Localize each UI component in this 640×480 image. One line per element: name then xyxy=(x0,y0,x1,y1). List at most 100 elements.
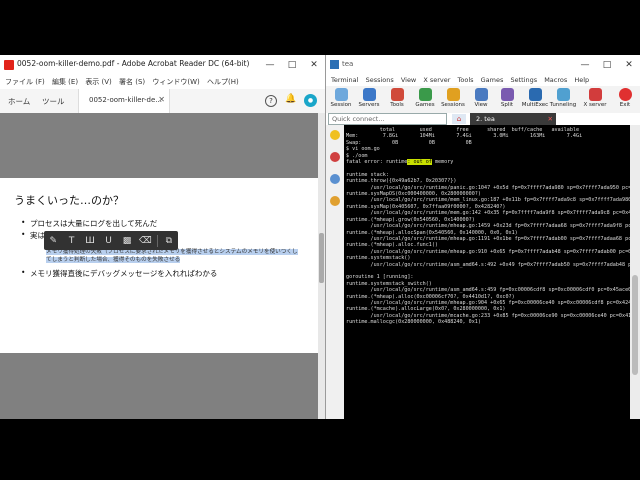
tool-games-label: Games xyxy=(415,102,435,108)
term-menu-settings[interactable]: Settings xyxy=(510,75,537,86)
tool-servers[interactable]: Servers xyxy=(354,86,384,108)
tool-xserver-label: X server xyxy=(583,102,607,108)
menu-file[interactable]: ファイル (F) xyxy=(5,75,45,89)
acrobat-title: 0052-oom-killer-demo.pdf - Adobe Acrobat… xyxy=(17,59,250,68)
tab-tools[interactable]: ツール xyxy=(42,96,65,107)
xserver-icon xyxy=(588,88,602,101)
session-icon xyxy=(334,88,348,101)
tool-games[interactable]: Games xyxy=(410,86,440,108)
games-icon xyxy=(418,88,432,101)
term-menu-xserver[interactable]: X server xyxy=(423,75,450,86)
quick-connect-input[interactable]: Quick connect... xyxy=(328,113,447,125)
help-icon[interactable]: ? xyxy=(265,95,277,107)
sftp-side-icon[interactable] xyxy=(330,196,340,206)
tab-tea-label: 2. tea xyxy=(476,115,495,123)
terminal-close-button[interactable]: ✕ xyxy=(618,55,640,75)
tool-exit[interactable]: Exit xyxy=(610,86,640,108)
pdf-page: うまくいった…のか？ プロセスは大量にログを出して死んだ 実は メモリ獲得処理の… xyxy=(0,178,318,353)
tool-tunneling-label: Tunneling xyxy=(549,102,577,108)
text-icon[interactable]: T xyxy=(62,236,80,246)
comment-toolbar: ✎ T Ш U ▩ ⌫ ⧉ xyxy=(44,231,178,250)
fatal-error-highlight: : out of xyxy=(407,159,432,166)
tool-view-label: View xyxy=(474,102,488,108)
tool-tools[interactable]: Tools xyxy=(382,86,412,108)
menu-help[interactable]: ヘルプ(H) xyxy=(207,75,239,89)
highlight-pen-icon[interactable]: ✎ xyxy=(44,236,62,246)
terminal-titlebar[interactable]: tea — □ ✕ xyxy=(326,55,640,75)
view-icon xyxy=(474,88,488,101)
fatal-error-suffix: memory xyxy=(431,159,454,166)
selected-text: メモリ獲得処理の失敗（プロセスに要求されたメモリを獲得させるとシステムのメモリを… xyxy=(46,248,301,264)
term-menu-games[interactable]: Games xyxy=(481,75,504,86)
terminal-maximize-button[interactable]: □ xyxy=(596,55,618,75)
sessions-icon xyxy=(446,88,460,101)
tab-document-label: 0052-oom-killer-de... xyxy=(89,96,162,104)
tool-multiexec-label: MultiExec xyxy=(521,102,549,108)
menu-edit[interactable]: 編集 (E) xyxy=(52,75,78,89)
tool-split[interactable]: Split xyxy=(492,86,522,108)
console-line: runtime.mallocgc(0x280000000, 0x488240, … xyxy=(346,319,481,326)
star-icon[interactable] xyxy=(330,130,340,140)
terminal-console[interactable]: total used free shared buff/cache availa… xyxy=(344,125,630,419)
tab-home[interactable]: ホーム xyxy=(8,96,30,107)
avatar[interactable]: ● xyxy=(304,94,317,107)
menu-window[interactable]: ウィンドウ(W) xyxy=(152,75,199,89)
menu-view[interactable]: 表示 (V) xyxy=(85,75,111,89)
scroll-thumb[interactable] xyxy=(319,233,324,283)
exit-icon xyxy=(618,88,632,101)
acrobat-tabbar: ホーム ツール 0052-oom-killer-de... ✕ ? 🔔 ● xyxy=(0,89,325,114)
tab-document[interactable]: 0052-oom-killer-de... ✕ xyxy=(78,89,170,113)
stamp-icon[interactable]: ▩ xyxy=(118,236,136,246)
acrobat-scrollbar[interactable] xyxy=(318,113,325,419)
terminal-minimize-button[interactable]: — xyxy=(574,55,596,75)
macros-side-icon[interactable] xyxy=(330,174,340,184)
console-line: /usr/local/go/src/runtime/mem.go:142 +0x… xyxy=(346,210,630,217)
terminal-toolbar: Session Servers Tools Games Sessions Vie… xyxy=(326,86,640,113)
terminal-scroll-thumb[interactable] xyxy=(632,275,638,375)
acrobat-window: 0052-oom-killer-demo.pdf - Adobe Acrobat… xyxy=(0,55,326,419)
terminal-menubar: Terminal Sessions View X server Tools Ga… xyxy=(326,75,640,86)
tool-session-label: Session xyxy=(330,102,352,108)
terminal-title: tea xyxy=(342,60,354,68)
fatal-error-prefix: fatal error: runtime xyxy=(346,159,408,166)
slide-heading: うまくいった…のか？ xyxy=(14,194,124,207)
tool-multiexec[interactable]: MultiExec xyxy=(520,86,550,108)
tab-tea-close-icon[interactable]: ✕ xyxy=(548,113,553,125)
bell-icon[interactable]: 🔔 xyxy=(285,94,296,104)
tool-sessions-label: Sessions xyxy=(441,102,465,108)
tool-split-label: Split xyxy=(500,102,514,108)
terminal-tabs: ⌂ 2. tea ✕ xyxy=(450,113,640,125)
term-menu-tools[interactable]: Tools xyxy=(458,75,474,86)
bullet-3: メモリ獲得直後にデバッグメッセージを入れればわかる xyxy=(21,268,217,279)
tab-tea[interactable]: 2. tea ✕ xyxy=(470,113,556,125)
tool-session[interactable]: Session xyxy=(326,86,356,108)
term-menu-view[interactable]: View xyxy=(401,75,416,86)
menu-sign[interactable]: 署名 (S) xyxy=(119,75,145,89)
term-menu-macros[interactable]: Macros xyxy=(544,75,567,86)
term-menu-help[interactable]: Help xyxy=(574,75,589,86)
tools-side-icon[interactable] xyxy=(330,152,340,162)
minimize-button[interactable]: — xyxy=(259,55,281,75)
copy-icon[interactable]: ⧉ xyxy=(160,236,178,246)
tool-sessions[interactable]: Sessions xyxy=(438,86,468,108)
tool-servers-label: Servers xyxy=(358,102,380,108)
terminal-scrollbar[interactable] xyxy=(630,125,640,419)
bullet-1: プロセスは大量にログを出して死んだ xyxy=(21,218,157,229)
eraser-icon[interactable]: ⌫ xyxy=(136,236,154,246)
strikethrough-icon[interactable]: Ш xyxy=(81,236,99,246)
split-icon xyxy=(500,88,514,101)
term-menu-terminal[interactable]: Terminal xyxy=(331,75,358,86)
tool-exit-label: Exit xyxy=(619,102,631,108)
bullet-2: 実は xyxy=(21,230,45,241)
tab-close-icon[interactable]: ✕ xyxy=(158,95,165,104)
tool-tunneling[interactable]: Tunneling xyxy=(548,86,578,108)
acrobat-menubar: ファイル (F) 編集 (E) 表示 (V) 署名 (S) ウィンドウ(W) ヘ… xyxy=(0,75,325,89)
tool-xserver[interactable]: X server xyxy=(580,86,610,108)
underline-icon[interactable]: U xyxy=(99,236,117,246)
home-tab-icon[interactable]: ⌂ xyxy=(452,114,466,124)
maximize-button[interactable]: □ xyxy=(281,55,303,75)
term-menu-sessions[interactable]: Sessions xyxy=(366,75,394,86)
close-button[interactable]: ✕ xyxy=(303,55,325,75)
console-line: /usr/local/go/src/runtime/mheap.go:1459 … xyxy=(346,223,630,230)
acrobat-titlebar[interactable]: 0052-oom-killer-demo.pdf - Adobe Acrobat… xyxy=(0,55,325,75)
